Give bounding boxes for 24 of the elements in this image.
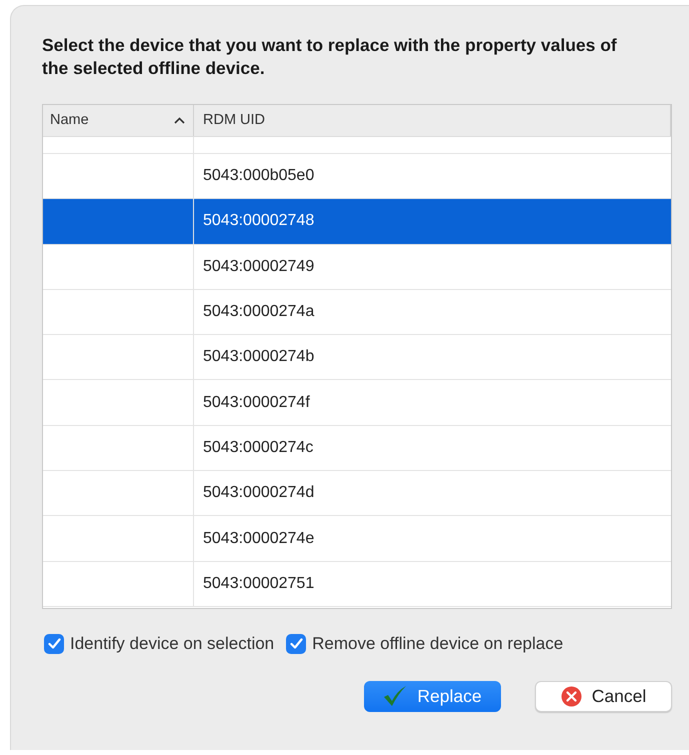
column-header[interactable]: RDM UID	[194, 105, 671, 136]
checkmark-icon	[48, 638, 60, 650]
dialog-heading: Select the device that you want to replace with the property values of the selected offline device.	[42, 34, 618, 80]
close-icon	[560, 686, 582, 706]
checkbox-label: Remove offline device on replace	[312, 633, 564, 655]
uid-cell-text: 5043:0000274f	[203, 392, 310, 413]
column-header[interactable]: Name	[43, 105, 194, 136]
checkbox[interactable]	[44, 634, 64, 654]
uid-cell-text: 5043:00002751	[203, 574, 314, 594]
checkbox-label: Identify device on selection	[70, 633, 274, 655]
uid-cell-text: 5043:00002748	[203, 211, 314, 232]
checkmark-icon	[383, 685, 408, 707]
uid-cell-text: 5043:0000274c	[203, 438, 314, 458]
checkbox[interactable]	[286, 634, 306, 654]
selected-row[interactable]: 5043:00002748	[43, 199, 671, 245]
uid-cell-text: 5043:0000274e	[203, 528, 314, 549]
uid-cell-text: 5043:0000274d	[203, 483, 314, 504]
uid-cell-text: 5043:0000274a	[203, 302, 314, 322]
replace-button[interactable]: Replace	[364, 680, 501, 712]
uid-cell-text: 5043:0000274b	[203, 347, 314, 368]
checkmark-icon	[290, 638, 303, 650]
uid-cell-text: 5043:000b05e0	[203, 166, 314, 186]
uid-cell-text: 5043:00002749	[203, 256, 314, 277]
cancel-button[interactable]: Cancel	[535, 680, 672, 712]
